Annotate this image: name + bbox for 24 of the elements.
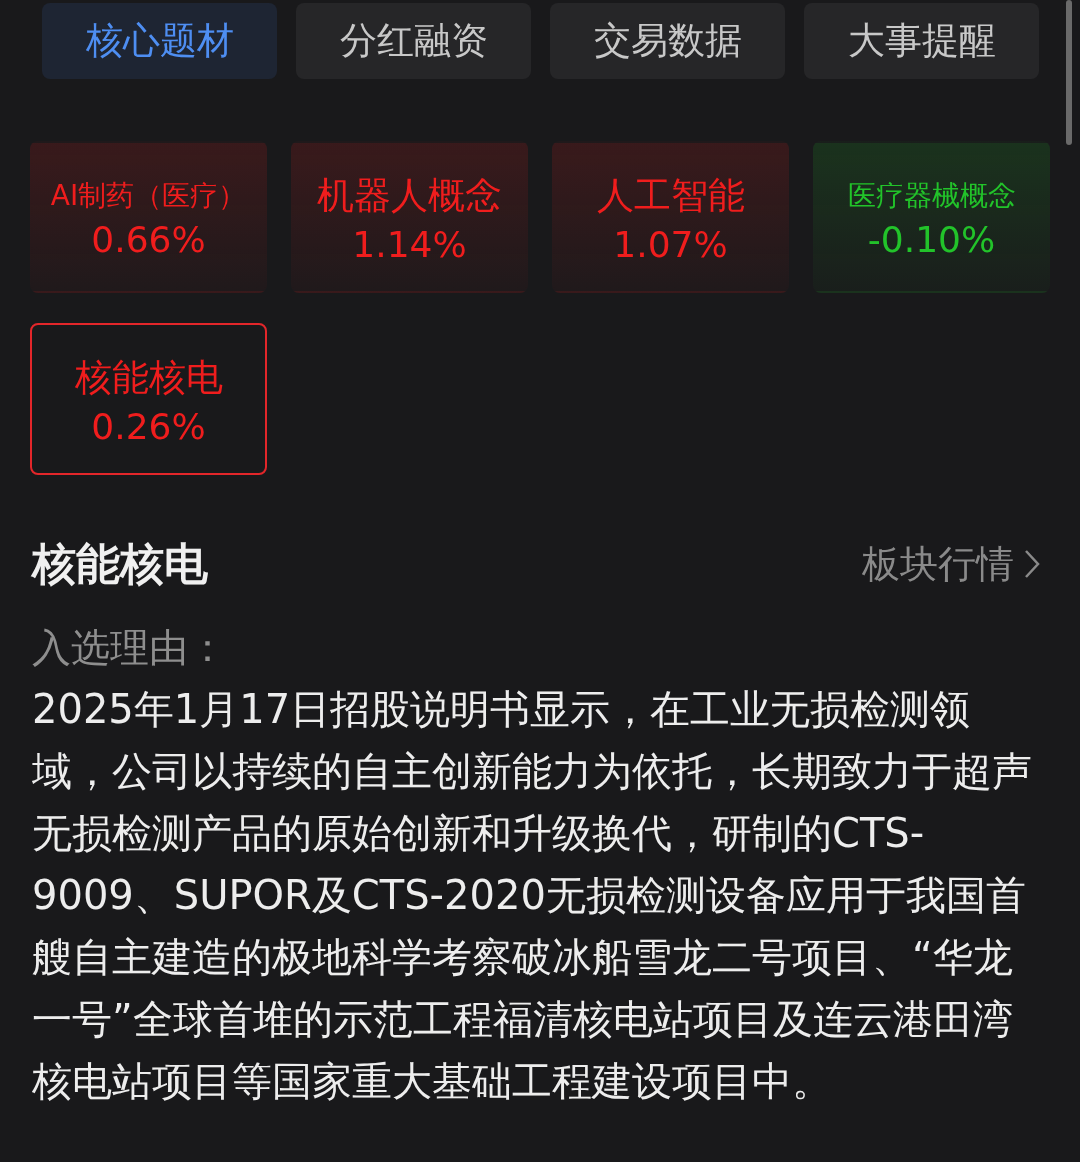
tab[interactable]: 交易数据 [550,3,785,79]
change-percent: 1.14% [352,222,467,266]
change-percent: 1.07% [613,222,728,266]
reason-text: 2025年1月17日招股说明书显示，在工业无损检测领域，公司以持续的自主创新能力为依托，长期致力于超声无损检测产品的原始创新和升级换代，研制的CTS-9009、SUPOR及CTS-2020无损检测设备应用于我国首艘自主建造的极地科学考察破冰船雪龙二号项目、“华龙一号”全球首堆的示范工程福清核电站项目及连云港田湾核电站项目等国家重大基础工程建设项目中。 [32,684,1033,1106]
tab[interactable]: 大事提醒 [804,3,1039,79]
concept-tile[interactable]: 核能核电 0.26% [30,323,267,475]
tab[interactable]: 分红融资 [296,3,531,79]
concept-name: 核能核电 [74,358,223,399]
sector-quote-link[interactable]: 板块行情 [862,535,1040,593]
concept-tile[interactable]: 医疗器械概念 -0.10% [813,141,1050,293]
concept-name: AI制药（医疗） [50,181,247,212]
chevron-right-icon [1024,549,1040,579]
concept-tile[interactable]: AI制药（医疗） 0.66% [30,141,267,293]
concept-tile[interactable]: 人工智能 1.07% [552,141,789,293]
concept-name: 机器人概念 [317,176,502,217]
change-percent: 0.66% [91,217,206,261]
section-title: 核能核电 [32,537,208,591]
concept-name: 人工智能 [596,176,745,217]
change-percent: -0.10% [867,217,996,261]
concept-tile[interactable]: 机器人概念 1.14% [291,141,528,293]
concept-name: 医疗器械概念 [847,181,1016,212]
reason-label: 入选理由： [32,624,228,672]
change-percent: 0.26% [91,404,206,448]
tab[interactable]: 核心题材 [42,3,277,79]
